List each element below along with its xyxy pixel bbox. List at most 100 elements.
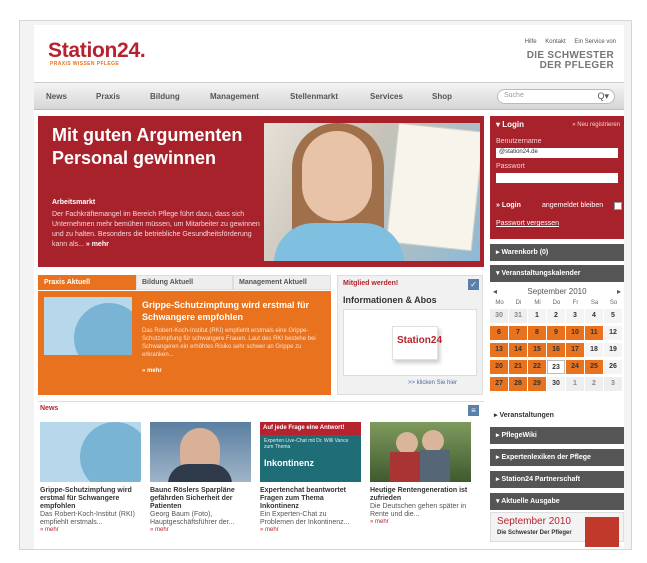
tab-bildung-aktuell[interactable]: Bildung Aktuell [136,275,233,290]
calendar-day[interactable]: 18 [585,343,603,357]
membership-banner[interactable]: Station24 [343,309,477,376]
calendar-day[interactable]: 27 [490,377,508,391]
calendar-day[interactable]: 1 [566,377,584,391]
calendar-day[interactable]: 5 [604,309,622,323]
calendar-day[interactable]: 16 [547,343,565,357]
calendar-day[interactable]: 13 [490,343,508,357]
register-link[interactable]: » Neu registrieren [572,122,620,128]
login-button[interactable]: » Login [496,202,521,209]
calendar-day[interactable]: 6 [490,326,508,340]
membership-link[interactable]: >> klicken Sie hier [408,380,457,386]
calendar-day[interactable]: 14 [509,343,527,357]
news-title[interactable]: Expertenchat beantwortet Fragen zum Them… [260,487,361,511]
nav-shop[interactable]: Shop [432,92,452,101]
calendar-day[interactable]: 22 [528,360,546,374]
calendar-day[interactable]: 17 [566,343,584,357]
calendar-day[interactable]: 19 [604,343,622,357]
help-link[interactable]: Hilfe [525,39,537,45]
praxis-title[interactable]: Grippe-Schutzimpfung wird erstmal für Sc… [142,299,326,323]
news-more-link[interactable]: » mehr [150,527,251,533]
news-item[interactable]: Baunc Röslers Sparpläne gefährden Sicher… [150,422,251,533]
nav-praxis[interactable]: Praxis [96,92,120,101]
calendar-day[interactable]: 30 [490,309,508,323]
remember-checkbox[interactable] [614,202,622,210]
sidebar-kalender[interactable]: ▾ Veranstaltungskalender [490,265,624,282]
calendar-day[interactable]: 7 [509,326,527,340]
login-heading[interactable]: ▾ Login [496,120,524,129]
calendar-day[interactable]: 23 [547,360,565,374]
topic-tabs: Praxis Aktuell Bildung Aktuell Managemen… [38,275,331,290]
site-logo[interactable]: Station24. [48,39,146,63]
news-item[interactable]: Auf jede Frage eine Antwort! Experten Li… [260,422,361,533]
sidebar-warenkorb[interactable]: ▸ Warenkorb (0) [490,244,624,261]
login-box: ▾ Login » Neu registrieren Benutzername … [490,116,624,239]
username-field[interactable]: @station24.de [496,148,618,158]
magazine-cover[interactable] [585,517,619,547]
calendar-day[interactable]: 3 [604,377,622,391]
news-title[interactable]: Grippe-Schutzimpfung wird erstmal für Sc… [40,487,141,511]
calendar-day[interactable]: 25 [585,360,603,374]
calendar-day[interactable]: 12 [604,326,622,340]
nav-management[interactable]: Management [210,92,259,101]
top-links: Hilfe Kontakt Ein Service von [518,39,616,45]
nav-news[interactable]: News [46,92,67,101]
calendar-day[interactable]: 15 [528,343,546,357]
calendar-day[interactable]: 10 [566,326,584,340]
news-more-link[interactable]: » mehr [40,527,141,533]
praxis-more-link[interactable]: » mehr [142,368,162,374]
nav-services[interactable]: Services [370,92,403,101]
calendar-day[interactable]: 8 [528,326,546,340]
nav-bildung[interactable]: Bildung [150,92,180,101]
calendar-day[interactable]: 31 [509,309,527,323]
nav-stellenmarkt[interactable]: Stellenmarkt [290,92,338,101]
station24-cube: Station24 [392,326,442,360]
tab-management-aktuell[interactable]: Management Aktuell [233,275,331,290]
partner-logo[interactable]: DIE SCHWESTER DER PFLEGER [527,51,614,71]
calendar-day[interactable]: 2 [547,309,565,323]
tab-praxis-aktuell[interactable]: Praxis Aktuell [38,275,136,290]
current-issue[interactable]: September 2010 Die Schwester Der Pfleger [490,512,624,547]
pregnancy-image[interactable] [44,297,132,355]
membership-title[interactable]: Informationen & Abos [343,295,437,305]
news-item[interactable]: Heutige Rentengeneration ist zufrieden D… [370,422,471,525]
list-icon[interactable]: ≡ [468,405,479,416]
remember-label: angemeldet bleiben [542,202,604,209]
news-title[interactable]: Heutige Rentengeneration ist zufrieden [370,487,471,503]
news-more-link[interactable]: » mehr [370,519,471,525]
prev-month-icon[interactable]: ◂ [493,287,497,296]
calendar-day[interactable]: 1 [528,309,546,323]
news-more-link[interactable]: » mehr [260,527,361,533]
next-month-icon[interactable]: ▸ [617,287,621,296]
sidebar-expertenlexiken[interactable]: ▸ Expertenlexiken der Pflege [490,449,624,466]
news-text: Ein Experten-Chat zu Problemen der Inkon… [260,511,350,526]
calendar-day[interactable]: 4 [585,309,603,323]
news-text: Georg Baum (Foto), Hauptgeschäftsführer … [150,511,235,526]
calendar-day[interactable]: 21 [509,360,527,374]
sidebar-partnerschaft[interactable]: ▸ Station24 Partnerschaft [490,471,624,488]
sidebar-pflegewiki[interactable]: ▸ PflegeWiki [490,427,624,444]
sidebar-aktuelle-ausgabe[interactable]: ▾ Aktuelle Ausgabe [490,493,624,510]
hero-teaser[interactable]: Mit guten Argumenten Personal gewinnen A… [38,116,484,267]
calendar-day[interactable]: 9 [547,326,565,340]
calendar-day[interactable]: 3 [566,309,584,323]
news-title[interactable]: Baunc Röslers Sparpläne gefährden Sicher… [150,487,251,511]
veranstaltungen-link[interactable]: ▸ Veranstaltungen [494,411,554,419]
contact-link[interactable]: Kontakt [545,39,565,45]
hero-more-link[interactable]: » mehr [86,241,109,248]
password-field[interactable] [496,173,618,183]
calendar-day[interactable]: 11 [585,326,603,340]
calendar-day[interactable]: 28 [509,377,527,391]
calendar-day[interactable]: 2 [585,377,603,391]
main-nav: News Praxis Bildung Management Stellenma… [34,82,624,110]
calendar-day[interactable]: 29 [528,377,546,391]
hero-title[interactable]: Mit guten Argumenten Personal gewinnen [52,124,272,170]
search-icon[interactable]: Q▾ [597,91,609,102]
calendar-day[interactable]: 26 [604,360,622,374]
calendar-day[interactable]: 30 [547,377,565,391]
calendar-day[interactable]: 24 [566,360,584,374]
news-item[interactable]: Grippe-Schutzimpfung wird erstmal für Sc… [40,422,141,533]
calendar-day[interactable]: 20 [490,360,508,374]
forgot-password-link[interactable]: Passwort vergessen [496,220,559,227]
hero-kicker: Arbeitsmarkt [52,199,96,206]
search-input[interactable]: Suche Q▾ [497,89,615,104]
